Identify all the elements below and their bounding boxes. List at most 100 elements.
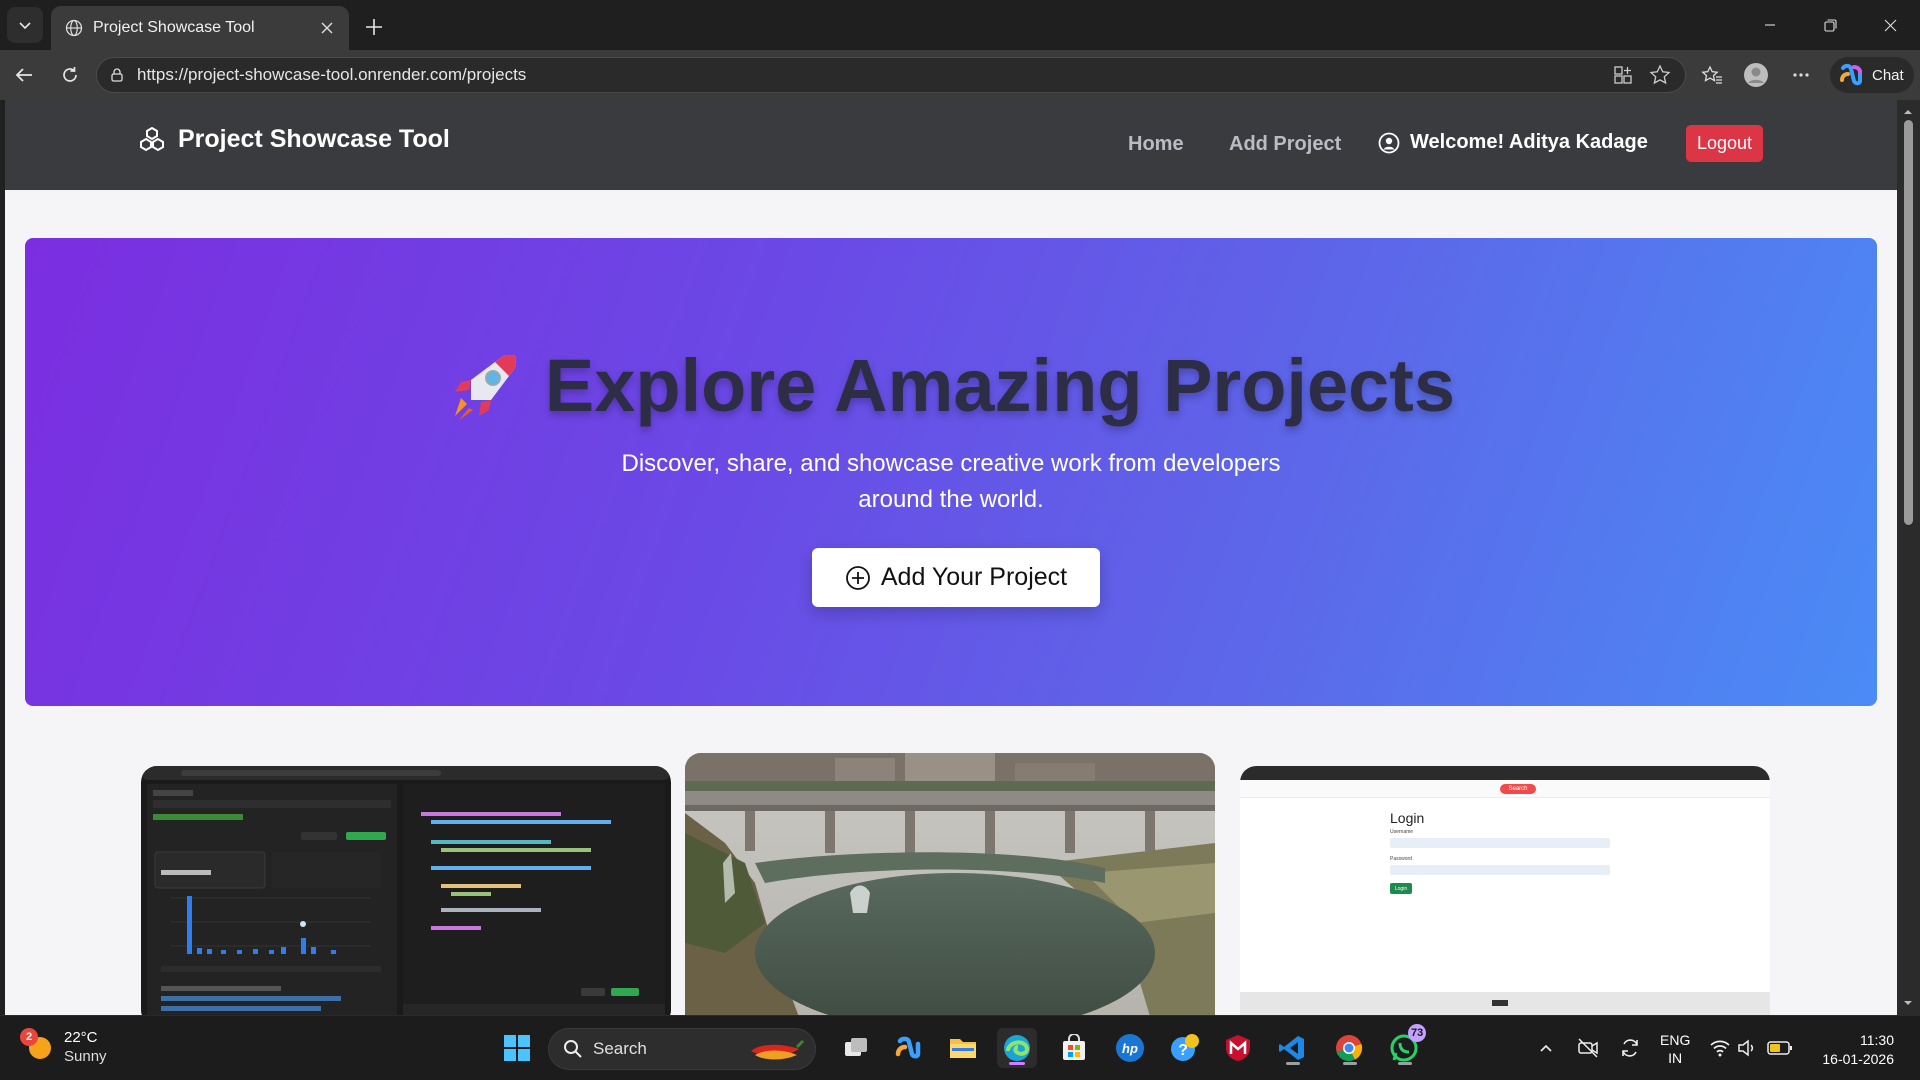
more-horizontal-icon [1793,73,1809,77]
hero-title-row: Explore Amazing Projects [25,343,1877,428]
favorites-button[interactable] [1696,59,1728,91]
show-hidden-icons-button[interactable] [1528,1028,1564,1068]
search-icon [564,1040,582,1058]
language-indicator[interactable]: ENG IN [1660,1031,1690,1067]
thumb-password-label: Password [1390,856,1412,862]
plus-icon [366,19,382,35]
refresh-icon [63,67,77,82]
volume-icon [1738,1039,1754,1057]
project-card-2[interactable] [685,753,1215,1015]
nav-link-home[interactable]: Home [1128,133,1184,156]
taskbar-edge[interactable] [997,1028,1037,1068]
url-text: https://project-showcase-tool.onrender.c… [137,65,527,84]
taskbar-chrome[interactable] [1329,1028,1369,1068]
profile-button[interactable] [1740,59,1772,91]
project-card-1[interactable] [141,766,671,1015]
windows-logo-icon [504,1035,530,1061]
task-view-button[interactable] [836,1028,876,1068]
taskbar-copilot[interactable] [888,1028,928,1068]
camera-off-icon [1578,1038,1598,1058]
new-tab-button[interactable] [360,13,388,41]
welcome-text: Welcome! Aditya Kadage [1410,131,1648,153]
thumb-username-label: Username [1390,829,1414,835]
tray-sync[interactable] [1612,1028,1648,1068]
taskbar-help[interactable]: ? [1165,1028,1205,1068]
taskbar-file-explorer[interactable] [943,1028,983,1068]
clock-date: 16-01-2026 [1822,1051,1894,1067]
close-window-button[interactable] [1860,0,1920,50]
scroll-thumb[interactable] [1904,120,1913,525]
weather-condition: Sunny [64,1048,107,1065]
page-viewport: Project Showcase Tool Home Add Project W… [5,100,1897,1015]
battery-icon [1767,1041,1792,1055]
hero-subtitle: Discover, share, and showcase creative w… [621,450,1281,513]
welcome-user: Welcome! Aditya Kadage [1378,131,1648,154]
copilot-label: Chat [1872,66,1904,84]
arrow-left-icon [15,68,32,82]
chrome-icon [1336,1035,1363,1062]
copilot-icon [1840,63,1862,86]
close-tab-button[interactable] [317,18,337,38]
scroll-up-icon[interactable] [1902,106,1914,118]
star-icon[interactable] [1649,64,1671,86]
refresh-button[interactable] [54,59,86,91]
add-your-project-label: Add Your Project [880,563,1068,591]
tray-camera-off[interactable] [1570,1028,1606,1068]
minimize-button[interactable] [1740,0,1800,50]
system-clock[interactable]: 11:30 16-01-2026 [1814,1031,1894,1069]
site-brand-link[interactable]: Project Showcase Tool [138,125,450,154]
tab-title: Project Showcase Tool [93,19,255,36]
cubes-icon [140,126,164,151]
svg-text:?: ? [1178,1042,1188,1059]
settings-more-button[interactable] [1785,59,1817,91]
start-button[interactable] [497,1028,537,1068]
nav-link-add-project[interactable]: Add Project [1229,133,1341,156]
chili-peppers-icon [751,1039,805,1060]
taskbar-store[interactable] [1054,1028,1094,1068]
project-thumbnail-river-photo [685,753,1215,1015]
address-bar[interactable]: https://project-showcase-tool.onrender.c… [96,57,1686,93]
project-thumbnail-code-editor [141,766,671,1015]
copilot-icon [895,1036,921,1059]
add-your-project-button[interactable]: Add Your Project [812,548,1100,607]
avatar-icon [1744,63,1768,87]
sync-icon [1622,1039,1638,1057]
close-icon [321,22,333,34]
user-circle-icon [1378,132,1400,153]
taskbar-hp[interactable]: hp [1110,1028,1150,1068]
tab-actions-menu-button[interactable] [7,7,43,43]
logout-button[interactable]: Logout [1686,125,1763,162]
weather-temp: 22°C [64,1029,98,1046]
chevron-down-icon [19,22,31,30]
taskbar-search[interactable]: Search [548,1028,816,1070]
minimize-icon [1765,24,1775,26]
hero-banner: Explore Amazing Projects Discover, share… [25,238,1877,706]
edge-icon [1004,1035,1030,1061]
taskbar-whatsapp[interactable]: 73 [1384,1024,1427,1068]
scroll-down-icon[interactable] [1902,997,1914,1009]
browser-tab-strip: Project Showcase Tool [0,0,1920,50]
window-controls [1740,0,1920,50]
restore-button[interactable] [1800,0,1860,50]
store-icon [1063,1034,1085,1060]
weather-badge: 2 [20,1028,38,1046]
vscode-icon [1279,1036,1304,1060]
browser-tab-active[interactable]: Project Showcase Tool [51,6,349,50]
back-button[interactable] [8,59,40,91]
taskbar-vscode[interactable] [1272,1028,1312,1068]
weather-widget[interactable]: 2 22°C Sunny [20,1028,107,1066]
site-brand-text: Project Showcase Tool [178,125,450,153]
favorites-icon [1701,65,1722,84]
copilot-chat-button[interactable]: Chat [1830,57,1914,93]
thumb-login-button: Login [1390,883,1412,894]
quick-settings-button[interactable] [1706,1028,1796,1068]
taskbar-mcafee[interactable] [1218,1028,1258,1068]
page-scrollbar[interactable] [1897,100,1920,1015]
project-thumbnail-login: Search Login Username Password Login [1240,766,1770,1015]
clock-time: 11:30 [1860,1032,1894,1048]
project-card-3[interactable]: Search Login Username Password Login [1240,766,1770,1015]
app-available-icon[interactable] [1613,65,1633,85]
plus-circle-icon [845,565,870,590]
hero-title: Explore Amazing Projects [544,344,1456,427]
help-icon: ? [1171,1034,1199,1061]
